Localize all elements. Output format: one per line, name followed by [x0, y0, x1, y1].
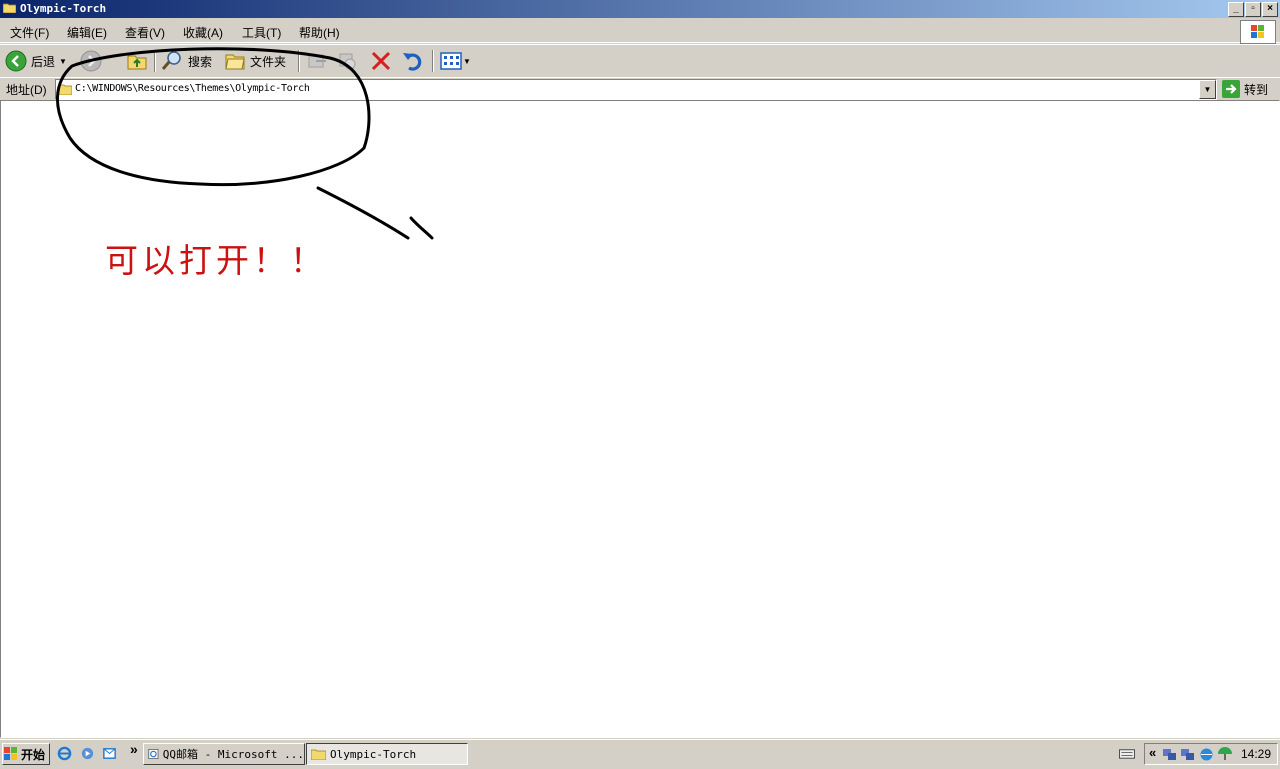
go-button[interactable]: 转到 [1222, 79, 1268, 99]
back-arrow-icon [5, 50, 27, 72]
task-label: QQ邮箱 - Microsoft ... [162, 748, 304, 761]
menu-view[interactable]: 查看(V) [125, 24, 165, 41]
system-tray: « 14:29 [1144, 743, 1278, 765]
media-player-quicklaunch-icon[interactable] [80, 746, 95, 761]
toolbar-separator [432, 50, 434, 72]
windows-flag-icon [4, 747, 17, 760]
address-bar: 地址(D) C:\WINDOWS\Resources\Themes\Olympi… [0, 77, 1280, 101]
menu-edit[interactable]: 编辑(E) [67, 24, 107, 41]
folder-content-pane[interactable] [0, 100, 1280, 738]
folder-icon [3, 3, 16, 13]
globe-icon[interactable] [1199, 747, 1214, 762]
go-arrow-icon [1222, 80, 1240, 98]
move-to-button[interactable] [306, 49, 328, 73]
start-button[interactable]: 开始 [2, 743, 50, 765]
views-grid-icon [440, 52, 462, 70]
up-folder-button[interactable] [126, 49, 148, 73]
address-label: 地址(D) [6, 83, 47, 97]
start-label: 开始 [21, 747, 46, 762]
outlook-quicklaunch-icon[interactable] [102, 746, 117, 761]
menu-help[interactable]: 帮助(H) [299, 24, 340, 41]
forward-button[interactable] [80, 49, 102, 73]
network-icon-2[interactable] [1180, 747, 1195, 762]
windows-logo [1240, 20, 1276, 44]
minimize-button[interactable]: _ [1228, 2, 1244, 17]
clock[interactable]: 14:29 [1241, 747, 1271, 761]
taskbar: 开始 » QQ邮箱 - Microsoft ... Olympic-Torch … [0, 739, 1280, 769]
toolbar-separator [298, 50, 300, 72]
keyboard-icon[interactable] [1118, 746, 1136, 761]
folders-label: 文件夹 [250, 54, 287, 69]
views-button[interactable]: ▼ [440, 49, 471, 73]
views-dropdown-icon[interactable]: ▼ [463, 57, 471, 66]
address-input[interactable]: C:\WINDOWS\Resources\Themes\Olympic-Torc… [55, 79, 1217, 100]
menu-favorites[interactable]: 收藏(A) [183, 24, 223, 41]
task-button-olympic-torch[interactable]: Olympic-Torch [306, 743, 468, 765]
tray-expand-chevron-icon[interactable]: « [1149, 745, 1156, 760]
go-label: 转到 [1244, 82, 1269, 97]
back-button[interactable]: 后退 ▼ [5, 49, 67, 73]
close-button[interactable]: × [1262, 2, 1278, 17]
ie-page-icon [148, 748, 159, 760]
annotation-text: 可以打开！！ [105, 241, 327, 280]
forward-arrow-icon [80, 50, 102, 72]
back-label: 后退 [31, 54, 56, 69]
window-title: Olympic-Torch [20, 2, 107, 15]
up-folder-icon [127, 55, 147, 70]
quicklaunch-chevron-icon[interactable]: » [130, 741, 138, 757]
search-label: 搜索 [188, 54, 213, 69]
address-dropdown-button[interactable]: ▼ [1199, 80, 1216, 99]
delete-x-icon [371, 51, 391, 71]
copy-to-icon [339, 53, 356, 70]
folders-button[interactable]: 文件夹 [224, 49, 286, 73]
task-button-qqmail[interactable]: QQ邮箱 - Microsoft ... [143, 743, 305, 765]
undo-icon [403, 53, 422, 71]
menu-tools[interactable]: 工具(T) [242, 24, 281, 41]
umbrella-icon[interactable] [1217, 746, 1233, 762]
network-icon[interactable] [1162, 747, 1177, 762]
search-icon [161, 51, 181, 70]
back-dropdown-icon[interactable]: ▼ [59, 57, 67, 66]
standard-toolbar: 后退 ▼ 搜索 文件夹 ▼ [0, 44, 1280, 78]
folders-icon [225, 54, 245, 70]
undo-button[interactable] [401, 49, 425, 73]
toolbar-separator [154, 50, 156, 72]
title-bar[interactable]: Olympic-Torch _ ▫ × [0, 0, 1280, 18]
folder-icon [311, 749, 326, 760]
folder-icon [59, 84, 72, 95]
address-path: C:\WINDOWS\Resources\Themes\Olympic-Torc… [75, 83, 310, 94]
move-to-icon [308, 54, 326, 68]
restore-button[interactable]: ▫ [1245, 2, 1261, 17]
search-button[interactable]: 搜索 [160, 49, 212, 73]
copy-to-button[interactable] [336, 49, 358, 73]
task-label: Olympic-Torch [330, 747, 417, 761]
menu-bar: 文件(F) 编辑(E) 查看(V) 收藏(A) 工具(T) 帮助(H) [0, 20, 1280, 43]
menu-file[interactable]: 文件(F) [10, 24, 49, 41]
ie-quicklaunch-icon[interactable] [57, 746, 72, 761]
delete-button[interactable] [370, 49, 392, 73]
